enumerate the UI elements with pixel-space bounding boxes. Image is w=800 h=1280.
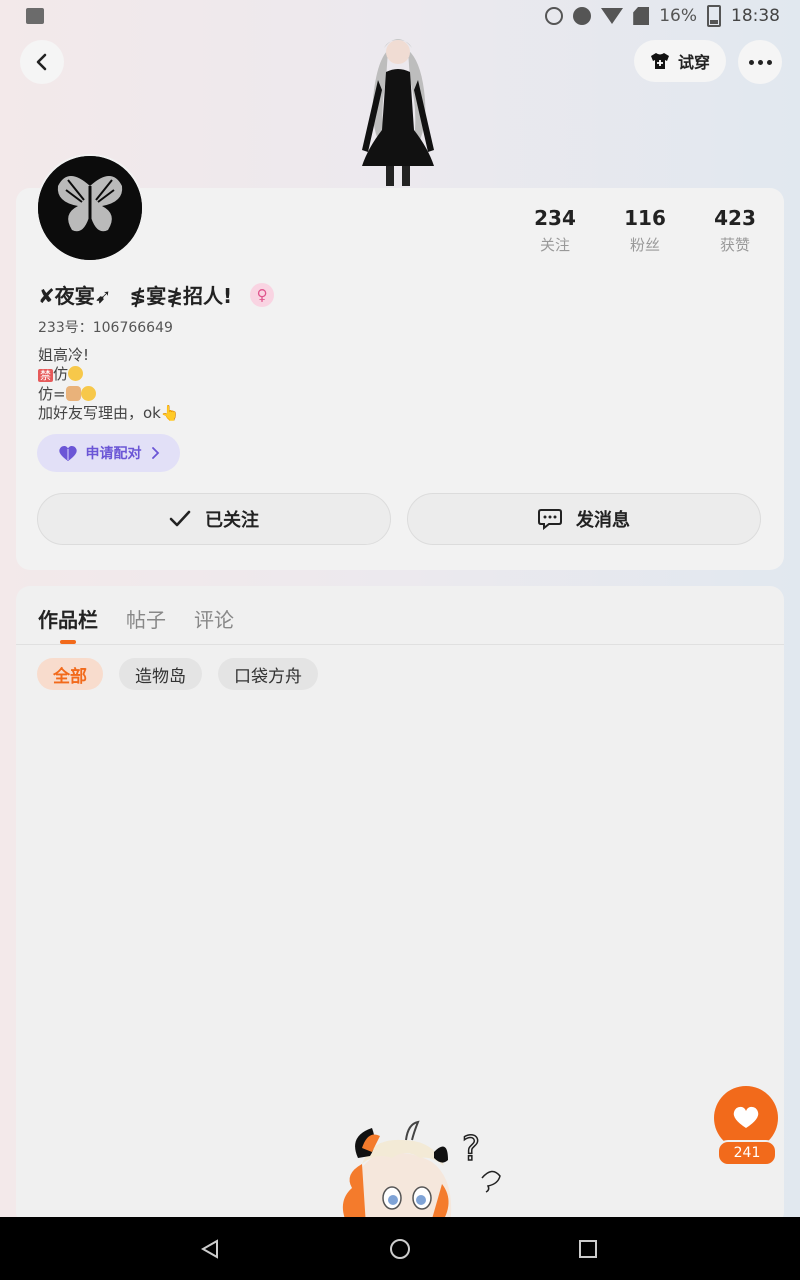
- gallery-notification-icon: [26, 8, 44, 24]
- nav-back-icon[interactable]: [200, 1239, 220, 1259]
- nav-recents-icon[interactable]: [579, 1240, 597, 1258]
- stat-label: 粉丝: [629, 236, 660, 254]
- chevron-right-icon: [151, 447, 159, 459]
- data-saver-icon: [545, 7, 564, 25]
- stat-value: 234: [534, 206, 576, 230]
- chat-bubble-icon: [538, 509, 562, 530]
- nav-home-icon[interactable]: [389, 1238, 411, 1260]
- status-icons: 16% 18:38: [545, 5, 780, 27]
- battery-percent: 16%: [659, 6, 697, 26]
- stat-following[interactable]: 234 关注: [510, 206, 600, 255]
- bio-line: 姐高冷!: [38, 346, 90, 364]
- stat-likes[interactable]: 423 获赞: [690, 206, 780, 255]
- heart-icon: [733, 1106, 759, 1128]
- butterfly-avatar-icon: [38, 156, 142, 260]
- tryon-label: 试穿: [677, 53, 710, 72]
- clock: 18:38: [731, 6, 780, 26]
- status-bar: 16% 18:38: [0, 0, 800, 34]
- bio-text: 仿: [53, 365, 69, 383]
- profile-bio: 姐高冷! 禁仿 仿= 加好友写理由，ok👆: [38, 346, 180, 423]
- following-label: 已关注: [205, 510, 259, 531]
- pair-label: 申请配对: [85, 446, 142, 462]
- female-gender-icon: ♀: [250, 282, 275, 307]
- request-pair-button[interactable]: 申请配对: [37, 434, 180, 472]
- like-count: 241: [717, 1140, 777, 1166]
- stat-value: 116: [624, 206, 666, 230]
- stat-value: 423: [714, 206, 756, 230]
- content-card: 作品栏 帖子 评论 全部 造物岛 口袋方舟 ?: [16, 586, 784, 1226]
- user-id[interactable]: 233号：106766649: [38, 317, 173, 337]
- bio-line: 仿=: [38, 385, 180, 404]
- profile-avatar[interactable]: [36, 154, 144, 262]
- chevron-left-icon: [36, 53, 47, 71]
- profile-stats: 234 关注 116 粉丝 423 获赞: [510, 206, 780, 255]
- more-dot-icon: [757, 59, 763, 65]
- dog-face-icon: [65, 386, 81, 401]
- system-nav-bar: [0, 1217, 800, 1280]
- profile-name-suffix: ≸宴≹招人!: [129, 284, 233, 308]
- bio-text: 仿=: [38, 385, 66, 403]
- filter-chips: 全部 造物岛 口袋方舟: [37, 658, 318, 690]
- tab-works[interactable]: 作品栏: [38, 604, 98, 644]
- back-button[interactable]: [20, 40, 64, 84]
- tab-comments[interactable]: 评论: [194, 604, 234, 633]
- tryon-button[interactable]: 试穿: [634, 40, 726, 82]
- tab-posts[interactable]: 帖子: [126, 604, 166, 633]
- more-dot-icon: [766, 59, 772, 65]
- avatar-3d-figure[interactable]: [348, 30, 448, 188]
- no-sim-icon: [633, 7, 650, 25]
- bio-line: 加好友写理由，ok👆: [38, 404, 180, 422]
- filter-chip-all[interactable]: 全部: [37, 658, 103, 690]
- checkmark-icon: [169, 510, 191, 527]
- dnd-icon: [573, 7, 592, 25]
- filter-chip-pocket-ark[interactable]: 口袋方舟: [218, 658, 318, 690]
- more-options-button[interactable]: [738, 40, 782, 84]
- tab-divider: [16, 644, 784, 645]
- message-label: 发消息: [576, 510, 630, 531]
- battery-icon: [707, 5, 721, 27]
- stat-followers[interactable]: 116 粉丝: [600, 206, 690, 255]
- bio-tag: 禁: [38, 369, 53, 382]
- unamused-face-icon: [68, 366, 84, 381]
- heart-icon: [58, 445, 77, 461]
- empty-state-mascot: ?: [342, 1120, 501, 1226]
- shirt-icon: [650, 53, 669, 69]
- content-tabs: 作品栏 帖子 评论: [38, 604, 234, 644]
- wifi-icon: [601, 8, 624, 24]
- send-message-button[interactable]: 发消息: [407, 493, 761, 545]
- upside-down-face-icon: [80, 386, 96, 401]
- following-button[interactable]: 已关注: [37, 493, 391, 545]
- stat-label: 关注: [539, 236, 570, 254]
- more-dot-icon: [748, 59, 754, 65]
- bio-line: 禁仿: [38, 365, 180, 385]
- profile-name: ✘夜宴➹: [38, 284, 112, 308]
- profile-name-row: ✘夜宴➹ ≸宴≹招人! ♀: [38, 280, 275, 309]
- filter-chip-creation-island[interactable]: 造物岛: [119, 658, 202, 690]
- svg-text:?: ?: [462, 1129, 480, 1169]
- stat-label: 获赞: [719, 236, 750, 254]
